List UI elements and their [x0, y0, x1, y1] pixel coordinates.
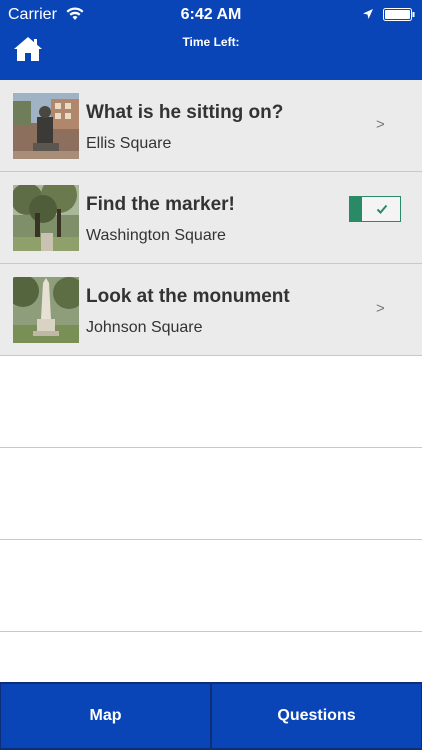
app-header: Carrier 6:42 AM Time Left: [0, 0, 422, 80]
bottom-tab-bar: Map Questions [0, 682, 422, 750]
completed-badge [349, 196, 401, 222]
empty-row [0, 356, 422, 448]
location-arrow-icon [363, 9, 373, 19]
task-title: Look at the monument [86, 286, 290, 307]
empty-row [0, 540, 422, 632]
task-location: Ellis Square [86, 135, 172, 152]
task-row-johnson-square[interactable]: Look at the monument Johnson Square > [0, 264, 422, 356]
task-row-washington-square[interactable]: Find the marker! Washington Square [0, 172, 422, 264]
task-location: Johnson Square [86, 319, 203, 336]
task-list: What is he sitting on? Ellis Square > Fi… [0, 80, 422, 632]
task-title: What is he sitting on? [86, 102, 284, 123]
status-bar: Carrier 6:42 AM [0, 0, 422, 30]
chevron-right-icon: > [376, 116, 385, 133]
task-title: Find the marker! [86, 194, 235, 215]
checkmark-icon [376, 204, 388, 214]
completed-indicator [350, 197, 362, 221]
questions-tab-button[interactable]: Questions [212, 684, 421, 748]
task-thumbnail-oak-trees [13, 185, 79, 251]
time-left-label: Time Left: [182, 35, 240, 49]
task-row-ellis-square[interactable]: What is he sitting on? Ellis Square > [0, 80, 422, 172]
map-tab-button[interactable]: Map [1, 684, 210, 748]
status-time: 6:42 AM [180, 6, 242, 23]
task-thumbnail-monument [13, 277, 79, 343]
task-location: Washington Square [86, 227, 226, 244]
chevron-right-icon: > [376, 300, 385, 317]
task-thumbnail-statue [13, 93, 79, 159]
battery-icon [383, 8, 415, 21]
empty-row [0, 448, 422, 540]
